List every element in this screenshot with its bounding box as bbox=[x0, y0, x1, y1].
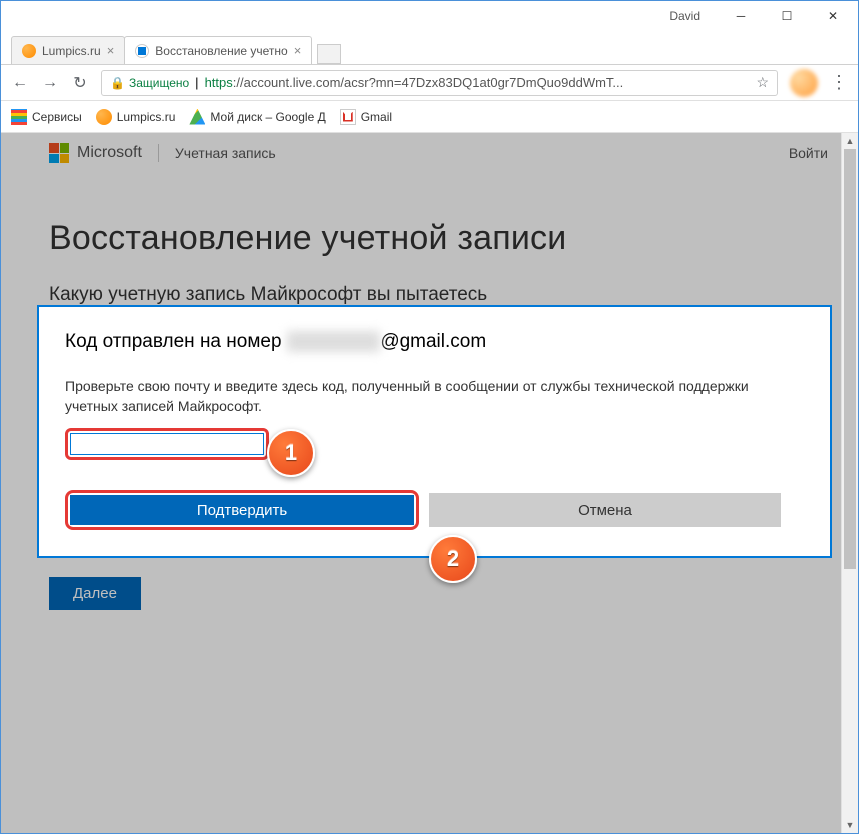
secure-label: Защищено bbox=[129, 76, 189, 90]
bookmark-gmail[interactable]: Gmail bbox=[340, 109, 392, 125]
annotation-badge-2: 2 bbox=[429, 535, 477, 583]
browser-window: David ─ ☐ ✕ Lumpics.ru × Восстановление … bbox=[0, 0, 859, 834]
bookmark-drive[interactable]: Мой диск – Google Д bbox=[189, 109, 325, 125]
maximize-button[interactable]: ☐ bbox=[764, 1, 810, 31]
window-user-label: David bbox=[669, 9, 700, 23]
annotation-badge-1: 1 bbox=[267, 429, 315, 477]
bookmark-label: Gmail bbox=[361, 110, 392, 124]
window-titlebar: David ─ ☐ ✕ bbox=[1, 1, 858, 31]
browser-tab[interactable]: Восстановление учетно × bbox=[124, 36, 312, 64]
tab-strip: Lumpics.ru × Восстановление учетно × bbox=[1, 31, 858, 65]
browser-tab[interactable]: Lumpics.ru × bbox=[11, 36, 125, 64]
cancel-button[interactable]: Отмена bbox=[429, 493, 781, 527]
page-content: Microsoft Учетная запись Войти Восстанов… bbox=[1, 133, 858, 833]
bookmark-label: Lumpics.ru bbox=[117, 110, 176, 124]
tab-close-icon[interactable]: × bbox=[294, 43, 302, 58]
page-viewport: Microsoft Учетная запись Войти Восстанов… bbox=[1, 133, 858, 833]
url-text: https://account.live.com/acsr?mn=47Dzx83… bbox=[205, 75, 751, 90]
bookmark-apps[interactable]: Сервисы bbox=[11, 109, 82, 125]
verification-code-input[interactable] bbox=[70, 433, 264, 455]
modal-button-row: Подтвердить Отмена bbox=[65, 490, 804, 530]
url-field[interactable]: 🔒 Защищено | https://account.live.com/ac… bbox=[101, 70, 778, 96]
code-input-highlight bbox=[65, 428, 269, 460]
back-button[interactable]: ← bbox=[11, 74, 29, 92]
bookmark-star-icon[interactable]: ☆ bbox=[756, 74, 769, 91]
minimize-button[interactable]: ─ bbox=[718, 1, 764, 31]
confirm-button[interactable]: Подтвердить bbox=[70, 495, 414, 525]
lumpics-icon bbox=[96, 109, 112, 125]
confirm-button-highlight: Подтвердить bbox=[65, 490, 419, 530]
new-tab-button[interactable] bbox=[317, 44, 341, 64]
scroll-thumb[interactable] bbox=[844, 149, 856, 569]
tab-title: Восстановление учетно bbox=[155, 44, 287, 58]
tab-title: Lumpics.ru bbox=[42, 44, 101, 58]
favicon-icon bbox=[135, 44, 149, 58]
bookmark-lumpics[interactable]: Lumpics.ru bbox=[96, 109, 176, 125]
address-bar: ← → ↻ 🔒 Защищено | https://account.live.… bbox=[1, 65, 858, 101]
bookmark-label: Мой диск – Google Д bbox=[210, 110, 325, 124]
close-window-button[interactable]: ✕ bbox=[810, 1, 856, 31]
modal-heading: Код отправлен на номер xxxxxxxxx@gmail.c… bbox=[65, 331, 804, 353]
forward-button[interactable]: → bbox=[41, 74, 59, 92]
tab-close-icon[interactable]: × bbox=[107, 43, 115, 58]
bookmarks-bar: Сервисы Lumpics.ru Мой диск – Google Д G… bbox=[1, 101, 858, 133]
scroll-down-icon[interactable]: ▼ bbox=[842, 817, 858, 833]
favicon-icon bbox=[22, 44, 36, 58]
gmail-icon bbox=[340, 109, 356, 125]
modal-instruction: Проверьте свою почту и введите здесь код… bbox=[65, 377, 804, 416]
heading-prefix: Код отправлен на номер bbox=[65, 331, 287, 352]
vertical-scrollbar[interactable]: ▲ ▼ bbox=[841, 133, 858, 833]
heading-suffix: @gmail.com bbox=[380, 331, 486, 352]
browser-menu-button[interactable]: ⋮ bbox=[830, 72, 848, 93]
masked-text: xxxxxxxxx bbox=[287, 331, 381, 352]
url-separator: | bbox=[195, 75, 198, 90]
lock-icon: 🔒 Защищено bbox=[110, 76, 189, 90]
apps-icon bbox=[11, 109, 27, 125]
profile-avatar[interactable] bbox=[790, 69, 818, 97]
drive-icon bbox=[189, 109, 205, 125]
verification-modal: Код отправлен на номер xxxxxxxxx@gmail.c… bbox=[37, 305, 832, 558]
bookmark-label: Сервисы bbox=[32, 110, 82, 124]
reload-button[interactable]: ↻ bbox=[71, 74, 89, 92]
scroll-up-icon[interactable]: ▲ bbox=[842, 133, 858, 149]
